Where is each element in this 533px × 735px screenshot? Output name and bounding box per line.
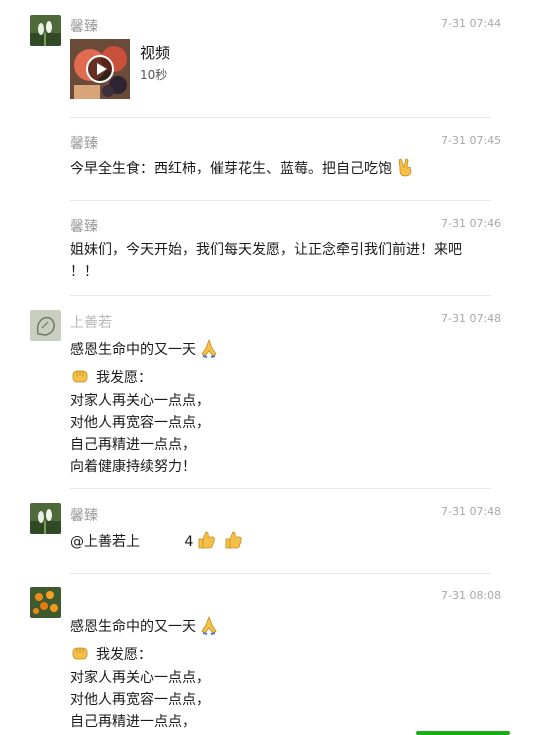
video-title: 视频 bbox=[140, 44, 171, 62]
divider bbox=[70, 295, 491, 296]
message-body: @上善若上 4 bbox=[70, 530, 243, 553]
message-line: 自己再精进一点点， bbox=[70, 714, 196, 730]
avatar[interactable] bbox=[30, 587, 61, 618]
sender-name: 馨臻 bbox=[70, 19, 98, 35]
mention-suffix: 4 bbox=[184, 534, 194, 550]
sketch-avatar-icon bbox=[30, 310, 61, 341]
message-body: 姐妹们，今天开始，我们每天发愿，让正念牵引我们前进！来吧 ！！ bbox=[70, 239, 462, 283]
flower-avatar-icon bbox=[30, 503, 61, 534]
avatar[interactable] bbox=[30, 503, 61, 534]
message-body: 感恩生命中的又一天 我发愿： 对家人再关心一点点， 对他人再宽容一点点， 自己再… bbox=[70, 338, 219, 478]
video-thumbnail[interactable] bbox=[70, 39, 130, 99]
message-time: 7-31 07:48 bbox=[441, 505, 502, 518]
message-line: 自己再精进一点点， bbox=[70, 437, 196, 453]
message-line: 我发愿： bbox=[70, 366, 219, 389]
orange-tree-avatar-icon bbox=[30, 587, 61, 618]
sender-name: 馨臻 bbox=[70, 219, 98, 235]
message-line: 感恩生命中的又一天 bbox=[70, 338, 219, 361]
message-line: 我发愿： bbox=[70, 643, 219, 666]
message-line: 对他人再宽容一点点， bbox=[70, 415, 210, 431]
message-line: 对家人再关心一点点， bbox=[70, 670, 210, 686]
message-line: ！！ bbox=[70, 264, 98, 280]
divider bbox=[70, 117, 491, 118]
vow-label: 我发愿： bbox=[96, 647, 152, 663]
avatar[interactable] bbox=[30, 15, 61, 46]
thumbs-up-icon bbox=[198, 531, 216, 549]
vow-label: 我发愿： bbox=[96, 370, 152, 386]
message-time: 7-31 07:45 bbox=[441, 134, 502, 147]
message-line: 向着健康持续努力！ bbox=[70, 459, 196, 475]
avatar[interactable] bbox=[30, 310, 61, 341]
sender-name: 馨臻 bbox=[70, 508, 98, 524]
praying-hands-icon bbox=[201, 615, 217, 635]
mention-text[interactable]: @上善若上 bbox=[70, 534, 140, 550]
message-time: 7-31 07:48 bbox=[441, 312, 502, 325]
message-body: 今早全生食：西红柿，催芽花生、蓝莓。把自己吃饱 bbox=[70, 157, 415, 180]
fist-icon bbox=[72, 647, 88, 660]
victory-hand-icon bbox=[398, 158, 412, 177]
praying-hands-icon bbox=[201, 338, 217, 358]
message-time: 7-31 07:46 bbox=[441, 217, 502, 230]
video-duration: 10秒 bbox=[140, 68, 168, 82]
fist-icon bbox=[72, 370, 88, 383]
scroll-indicator[interactable] bbox=[416, 731, 510, 735]
message-line: 姐妹们，今天开始，我们每天发愿，让正念牵引我们前进！来吧 bbox=[70, 242, 462, 258]
gratitude-text: 感恩生命中的又一天 bbox=[70, 619, 196, 635]
gratitude-text: 感恩生命中的又一天 bbox=[70, 342, 196, 358]
play-icon[interactable] bbox=[86, 55, 114, 83]
message-body: 感恩生命中的又一天 我发愿： 对家人再关心一点点， 对他人再宽容一点点， 自己再… bbox=[70, 615, 219, 733]
message-time: 7-31 08:08 bbox=[441, 589, 502, 602]
message-line: 对家人再关心一点点， bbox=[70, 393, 210, 409]
thumbs-up-icon bbox=[225, 531, 243, 549]
divider bbox=[70, 488, 491, 489]
divider bbox=[70, 200, 491, 201]
sender-name: 上善若 bbox=[70, 315, 112, 331]
sender-name: 馨臻 bbox=[70, 136, 98, 152]
message-line: 对他人再宽容一点点， bbox=[70, 692, 210, 708]
message-time: 7-31 07:44 bbox=[441, 17, 502, 30]
divider bbox=[70, 573, 491, 574]
message-line: 感恩生命中的又一天 bbox=[70, 615, 219, 638]
chat-history: 馨臻 7-31 07:44 视频 10秒 馨臻 7-31 07:45 今早全生食… bbox=[0, 0, 533, 735]
flower-avatar-icon bbox=[30, 15, 61, 46]
message-text: 今早全生食：西红柿，催芽花生、蓝莓。把自己吃饱 bbox=[70, 161, 392, 177]
